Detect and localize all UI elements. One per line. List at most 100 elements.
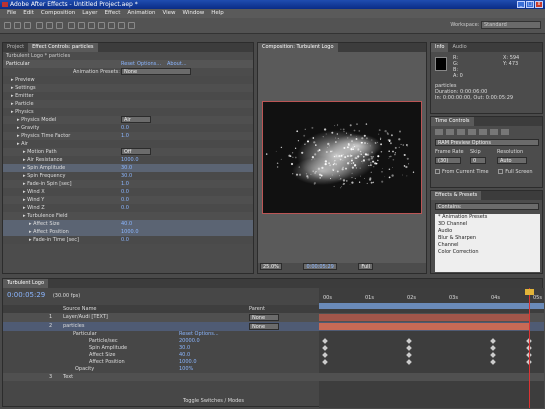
brush-tool-icon[interactable] [98, 22, 105, 29]
keyframe-icon[interactable] [406, 345, 412, 351]
effect-property-value[interactable]: 1000.0 [121, 228, 139, 236]
menu-help[interactable]: Help [211, 10, 224, 16]
property-row[interactable]: Opacity 100% [3, 366, 544, 373]
work-area-bar[interactable] [319, 303, 544, 309]
effect-property-value[interactable]: 0.0 [121, 204, 129, 212]
effect-property-value[interactable]: Off [121, 148, 151, 155]
effects-category-item[interactable]: Blur & Sharpen [435, 235, 540, 242]
play-icon[interactable] [457, 129, 465, 135]
effect-property-value[interactable]: 1.0 [121, 132, 129, 140]
last-frame-icon[interactable] [479, 129, 487, 135]
property-row[interactable]: Spin Amplitude 30.0 [3, 345, 544, 352]
layer-name[interactable]: particles [63, 322, 84, 330]
property-value[interactable]: 1000.0 [179, 359, 197, 366]
layer-parent-dropdown[interactable]: None [249, 314, 279, 321]
effects-category-item[interactable]: Channel [435, 242, 540, 249]
menu-animation[interactable]: Animation [127, 10, 155, 16]
current-time-indicator[interactable] [529, 288, 530, 408]
effect-property-row[interactable]: ▸ Physics Time Factor 1.0 [3, 132, 253, 140]
zoom-tool-icon[interactable] [24, 22, 31, 29]
property-value[interactable]: 30.0 [179, 345, 190, 352]
menu-effect[interactable]: Effect [105, 10, 121, 16]
tab-effect-controls[interactable]: Effect Controls: particles [28, 43, 98, 52]
layer-row[interactable]: 2 particles None [3, 322, 544, 331]
toggle-switches-modes[interactable]: Toggle Switches / Modes [183, 398, 244, 404]
resolution-dropdown[interactable]: Auto [497, 157, 527, 164]
effect-property-row[interactable]: ▸ Spin Frequency 30.0 [3, 172, 253, 180]
audio-icon[interactable] [490, 129, 498, 135]
first-frame-icon[interactable] [435, 129, 443, 135]
effect-property-row[interactable]: ▸ Emitter [3, 92, 253, 100]
menu-file[interactable]: File [7, 10, 16, 16]
menu-window[interactable]: Window [183, 10, 205, 16]
property-row[interactable]: Particle/sec 20000.0 [3, 338, 544, 345]
timeline-timecode[interactable]: 0:00:05:29 [7, 291, 45, 299]
tab-project[interactable]: Project [3, 43, 28, 52]
effect-property-row[interactable]: ▸ Physics [3, 108, 253, 116]
options-link[interactable]: Options... [137, 60, 161, 68]
effect-property-row[interactable]: ▸ Spin Amplitude 30.0 [3, 164, 253, 172]
effect-property-row[interactable]: ▸ Turbulence Field [3, 212, 253, 220]
ram-preview-dropdown[interactable]: RAM Preview Options [435, 139, 539, 146]
layer-name[interactable]: Layer/Audi [TEXT] [63, 313, 108, 321]
tab-time-controls[interactable]: Time Controls [431, 117, 474, 126]
effects-category-item[interactable]: Color Correction [435, 249, 540, 256]
layer-duration-bar[interactable] [319, 323, 529, 330]
resolution-dropdown[interactable]: Full [358, 263, 373, 270]
composition-viewer[interactable] [262, 101, 422, 214]
layer-row[interactable]: 3 Text [3, 373, 544, 381]
time-ruler[interactable]: 00s 01s 02s 03s 04s 05s [319, 295, 544, 311]
keyframe-icon[interactable] [406, 338, 412, 344]
property-row[interactable]: Affect Size 40.0 [3, 352, 544, 359]
effect-property-row[interactable]: ▸ Air Resistance 1000.0 [3, 156, 253, 164]
property-value[interactable]: 20000.0 [179, 338, 200, 345]
prev-frame-icon[interactable] [446, 129, 454, 135]
from-current-checkbox[interactable] [435, 169, 440, 174]
about-link[interactable]: About... [167, 60, 187, 68]
property-row[interactable]: Affect Position 1000.0 [3, 359, 544, 366]
effect-property-row[interactable]: ▸ Physics Model Air [3, 116, 253, 124]
menu-composition[interactable]: Composition [41, 10, 75, 16]
tab-audio[interactable]: Audio [448, 43, 470, 52]
keyframe-icon[interactable] [322, 345, 328, 351]
skip-field[interactable]: 0 [470, 157, 486, 164]
keyframe-icon[interactable] [490, 345, 496, 351]
camera-tool-icon[interactable] [46, 22, 53, 29]
next-frame-icon[interactable] [468, 129, 476, 135]
effect-property-row[interactable]: ▸ Settings [3, 84, 253, 92]
effects-category-item[interactable]: * Animation Presets [435, 214, 540, 221]
tab-info[interactable]: Info [431, 43, 449, 52]
effect-property-value[interactable]: 0.0 [121, 196, 129, 204]
effects-category-item[interactable]: Audio [435, 228, 540, 235]
tab-effects-presets[interactable]: Effects & Presets [431, 191, 482, 200]
rotate-tool-icon[interactable] [36, 22, 43, 29]
keyframe-icon[interactable] [322, 352, 328, 358]
layer-name[interactable]: Text [63, 373, 73, 381]
effect-property-value[interactable]: 0.0 [121, 124, 129, 132]
effect-property-value[interactable]: 30.0 [121, 164, 132, 172]
layer-duration-bar[interactable] [319, 314, 529, 321]
current-time-head[interactable] [525, 289, 534, 295]
effect-property-value[interactable]: 1000.0 [121, 156, 139, 164]
minimize-button[interactable]: _ [517, 1, 525, 8]
zoom-dropdown[interactable]: 25.0% [260, 263, 282, 270]
pen-tool-icon[interactable] [78, 22, 85, 29]
effect-property-row[interactable]: ▸ Gravity 0.0 [3, 124, 253, 132]
full-screen-checkbox[interactable] [498, 169, 504, 174]
tab-composition[interactable]: Composition: Turbulent Logo [258, 43, 338, 52]
keyframe-icon[interactable] [322, 359, 328, 365]
layer-parent-dropdown[interactable]: None [249, 323, 279, 330]
keyframe-icon[interactable] [406, 352, 412, 358]
effect-property-row[interactable]: ▸ Wind Y 0.0 [3, 196, 253, 204]
menu-edit[interactable]: Edit [23, 10, 34, 16]
effect-property-value[interactable]: 30.0 [121, 172, 132, 180]
close-button[interactable]: x [535, 1, 543, 8]
effect-property-row[interactable]: ▸ Motion Path Off [3, 148, 253, 156]
keyframe-icon[interactable] [490, 338, 496, 344]
hand-tool-icon[interactable] [14, 22, 21, 29]
effect-property-row[interactable]: ▸ Affect Position 1000.0 [3, 228, 253, 236]
effect-property-row[interactable]: ▸ Wind Z 0.0 [3, 204, 253, 212]
ram-preview-icon[interactable] [501, 129, 509, 135]
eraser-tool-icon[interactable] [118, 22, 125, 29]
effect-property-row[interactable]: ▸ Air [3, 140, 253, 148]
